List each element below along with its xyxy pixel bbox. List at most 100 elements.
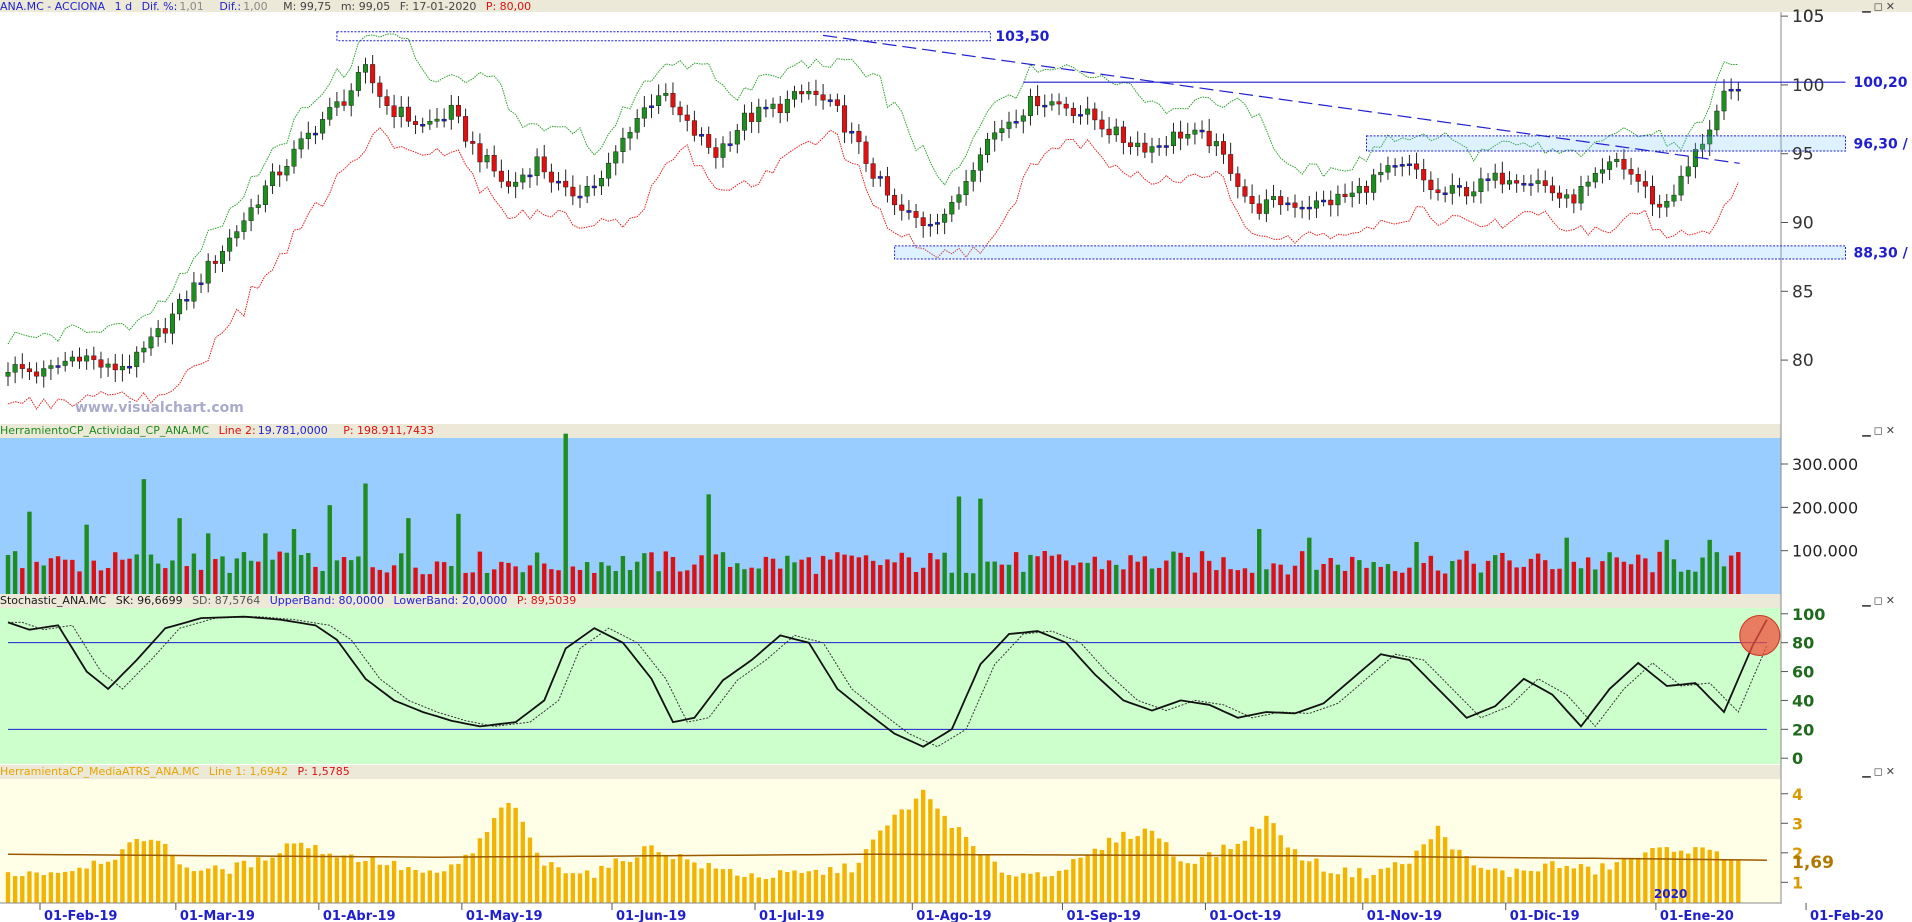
- atr-bar: [1028, 873, 1033, 903]
- atr-bar: [163, 843, 168, 903]
- price-panel-controls[interactable]: ▁◻✕: [1862, 0, 1898, 13]
- atr-bar: [1192, 863, 1198, 903]
- volume-bar: [1507, 560, 1512, 594]
- atr-bar: [642, 846, 647, 903]
- volume-bar: [1013, 552, 1019, 594]
- atr-bar: [27, 871, 32, 903]
- atr-bar: [1636, 857, 1641, 903]
- price-tick-label: 105: [1792, 7, 1824, 27]
- atr-bar: [1013, 876, 1019, 903]
- date-tick-label: 01-Ago-19: [916, 909, 991, 922]
- stochastic-panel-controls[interactable]: ▁◻✕: [1862, 594, 1898, 607]
- volume-bar: [134, 554, 139, 594]
- atr-bar: [627, 861, 633, 903]
- atr-bar: [1421, 844, 1426, 903]
- atr-bar: [492, 818, 497, 903]
- atr-panel-controls[interactable]: ▁◻✕: [1862, 765, 1898, 778]
- volume-bar: [191, 553, 197, 594]
- candle-body: [677, 106, 683, 116]
- candle-body: [977, 154, 983, 171]
- atr-bar: [198, 870, 204, 903]
- candle-body: [1178, 131, 1184, 139]
- stoch-sd: SD: 87,5764: [192, 594, 261, 607]
- volume-bar: [1457, 559, 1462, 594]
- volume-bar: [1078, 562, 1083, 594]
- atr-bar: [506, 802, 511, 903]
- volume-bar: [906, 557, 912, 594]
- candle-body: [513, 181, 519, 187]
- candle-body: [391, 105, 397, 117]
- date-tick-label: 01-Jul-19: [759, 909, 825, 922]
- atr-bar: [1471, 865, 1476, 903]
- low-label: m: 99,05: [340, 0, 391, 13]
- atr-bar: [763, 879, 769, 903]
- atr-panel-header: HerramientaCP_MediaATRS_ANA.MC Line 1: 1…: [0, 765, 356, 779]
- volume-bar: [1235, 570, 1240, 594]
- volume-bar: [699, 555, 704, 594]
- volume-bar: [1628, 564, 1634, 594]
- date-tick-label: 01-Nov-19: [1367, 909, 1442, 922]
- candle-body: [606, 162, 612, 179]
- volume-panel-controls[interactable]: ▁◻✕: [1862, 424, 1898, 437]
- stochastic-tick-label: 80: [1792, 634, 1814, 653]
- candle-body: [927, 223, 933, 227]
- atr-bar: [320, 854, 325, 903]
- volume-bar: [1114, 564, 1119, 594]
- candle-body: [1478, 178, 1484, 192]
- atr-bar: [549, 862, 554, 903]
- atr-bar: [1535, 871, 1541, 903]
- highlight-circle: [1739, 614, 1781, 656]
- candle-body: [842, 105, 848, 133]
- candle-body: [463, 116, 469, 142]
- atr-bar: [277, 853, 282, 903]
- volume-bar: [1700, 557, 1705, 594]
- atr-bar: [356, 862, 361, 903]
- volume-bar: [892, 562, 897, 594]
- volume-bar: [606, 565, 611, 594]
- atr-bar: [778, 870, 783, 903]
- candle-body: [877, 176, 883, 179]
- atr-bar: [227, 873, 232, 903]
- volume-bar: [913, 572, 919, 594]
- atr-bar: [1435, 825, 1441, 903]
- price-tick-label: 85: [1792, 282, 1814, 302]
- volume-bar: [105, 568, 111, 594]
- candle-body: [699, 134, 705, 137]
- stoch-upper: UpperBand: 80,0000: [269, 594, 384, 607]
- date-label: F: 17-01-2020: [399, 0, 477, 13]
- atr-bar: [191, 871, 197, 903]
- atr-bar: [563, 873, 568, 903]
- dif-label: Dif.: 1,00: [219, 0, 273, 13]
- candle-body: [691, 120, 697, 136]
- candle-body: [305, 132, 311, 139]
- candle-body: [727, 143, 733, 146]
- volume-bar: [1142, 556, 1148, 594]
- candle-body: [177, 299, 183, 315]
- volume-bar: [921, 567, 926, 594]
- candle-body: [355, 72, 361, 91]
- atr-bar: [170, 855, 175, 903]
- volume-bar: [1328, 558, 1333, 594]
- atr-bar: [949, 827, 954, 903]
- atr-bar: [577, 873, 583, 903]
- atr-bar: [1557, 867, 1562, 903]
- atr-bar: [1643, 852, 1648, 903]
- volume-bar: [1357, 560, 1362, 594]
- volume-bar: [828, 559, 833, 594]
- volume-bar: [1607, 552, 1612, 594]
- volume-bar: [1049, 555, 1055, 594]
- atr-current-value: 1,69: [1792, 853, 1834, 873]
- atr-bar: [1128, 838, 1133, 903]
- volume-bar: [885, 559, 890, 594]
- level-label: 100,20: [1854, 75, 1908, 91]
- volume-bar: [1435, 570, 1441, 594]
- atr-bar: [477, 838, 483, 903]
- candle-body: [663, 93, 669, 96]
- volume-bar: [1407, 567, 1412, 594]
- candle-body: [1299, 206, 1305, 210]
- price-panel-header: ANA.MC - ACCIONA 1 d Dif. %: 1,01 Dif.: 1,…: [0, 0, 537, 14]
- volume-bar: [1307, 537, 1312, 594]
- candle-body: [556, 180, 562, 184]
- volume-bar: [234, 558, 239, 594]
- candle-body: [734, 130, 740, 145]
